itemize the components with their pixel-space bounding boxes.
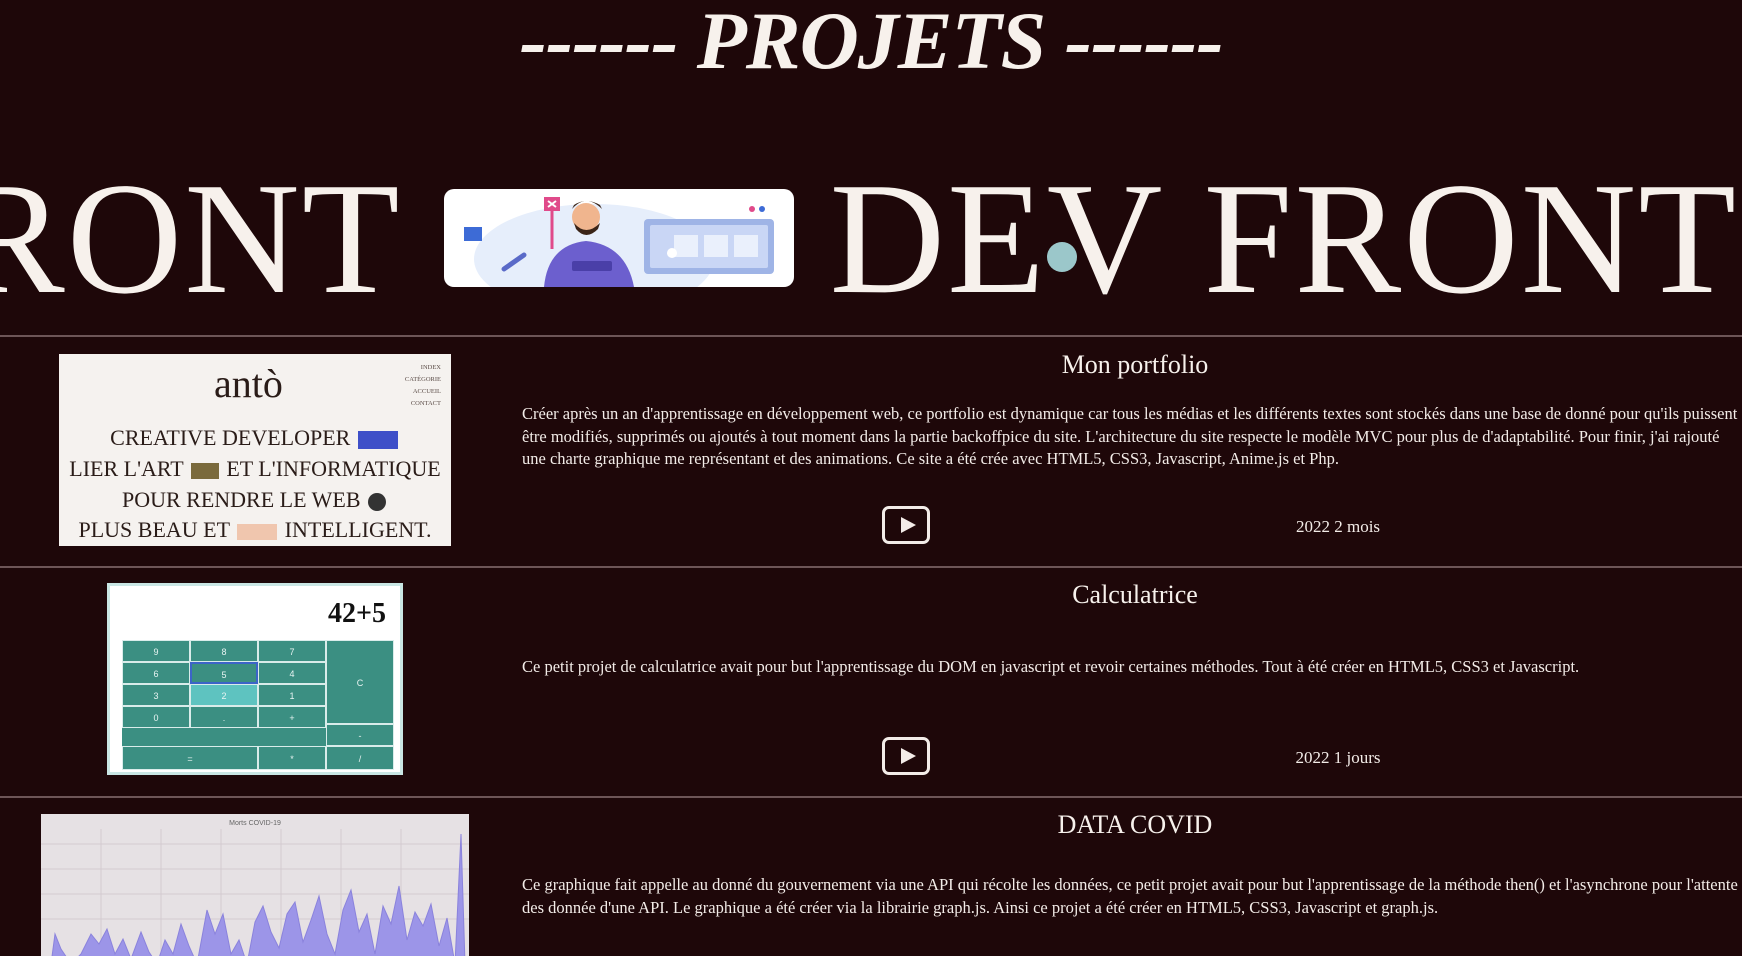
line-text: CREATIVE DEVELOPER <box>110 425 351 450</box>
portfolio-line: CREATIVE DEVELOPER <box>59 425 451 451</box>
calc-key: 2 <box>190 684 258 706</box>
calc-key: 6 <box>122 662 190 684</box>
cursor-dot <box>1047 242 1077 272</box>
calc-key: . <box>190 706 258 728</box>
play-icon[interactable] <box>882 737 930 775</box>
portfolio-line: LIER L'ART ET L'INFORMATIQUE <box>59 456 451 482</box>
covid-area-chart <box>41 829 469 956</box>
marquee-text-left: RONT <box>0 158 402 318</box>
marquee-text-right: DEV FRONT <box>829 158 1739 318</box>
chip-image <box>368 492 387 511</box>
marquee-track: RONT DEV FRONT <box>0 158 1738 318</box>
project-thumbnail-calculatrice[interactable]: 42+5 9 8 7 C 6 5 4 3 2 1 0 . + - = * / <box>107 583 403 775</box>
divider <box>0 335 1742 337</box>
project-thumbnail-data-covid[interactable]: Morts COVID-19 <box>41 814 469 956</box>
project-description: Créer après un an d'apprentissage en dév… <box>522 404 1738 468</box>
play-icon[interactable] <box>882 506 930 544</box>
projects-page: ------ PROJETS ------ RONT DEV FRONT ant… <box>0 0 1742 956</box>
project-description: Ce petit projet de calculatrice avait po… <box>522 657 1580 676</box>
calc-key: / <box>326 746 394 770</box>
calc-key: 5 <box>190 662 258 684</box>
portfolio-logo: antò <box>214 361 283 406</box>
divider <box>0 566 1742 568</box>
chip-image <box>357 430 398 449</box>
menu-item: CATÉGORIE <box>404 376 441 383</box>
menu-item: INDEX <box>420 364 441 371</box>
covid-chart-title: Morts COVID-19 <box>229 820 281 827</box>
calc-key: C <box>326 640 394 724</box>
marquee-banner: RONT DEV FRONT <box>0 158 1742 318</box>
line-text: INTELLIGENT. <box>284 517 432 542</box>
menu-item: ACCUEIL <box>412 388 441 395</box>
calc-key: + <box>258 706 326 728</box>
calc-key: * <box>258 746 326 770</box>
calc-key: = <box>122 746 258 770</box>
project-description: Ce graphique fait appelle au donné du go… <box>522 875 1738 917</box>
project-date: 2022 1 jours <box>1295 748 1381 767</box>
portfolio-menu: INDEX CATÉGORIE ACCUEIL CONTACT <box>405 362 441 410</box>
divider <box>0 796 1742 798</box>
calc-key: 8 <box>190 640 258 662</box>
calc-key: 7 <box>258 640 326 662</box>
project-title: Mon portfolio <box>1061 350 1209 379</box>
chip-image <box>190 462 219 479</box>
line-text: PLUS BEAU ET <box>78 517 230 542</box>
project-title: DATA COVID <box>1057 810 1213 839</box>
project-thumbnail-portfolio[interactable]: antò INDEX CATÉGORIE ACCUEIL CONTACT CRE… <box>59 354 451 546</box>
project-date: 2022 2 mois <box>1295 517 1381 536</box>
calc-key: 9 <box>122 640 190 662</box>
portfolio-line: POUR RENDRE LE WEB <box>59 487 451 513</box>
line-text: LIER L'ART <box>69 456 184 481</box>
calc-keypad: 9 8 7 C 6 5 4 3 2 1 0 . + - = * / <box>122 640 394 770</box>
calc-key: - <box>326 724 394 746</box>
calc-display: 42+5 <box>328 598 386 629</box>
calc-key: 3 <box>122 684 190 706</box>
developer-illustration <box>443 189 794 287</box>
line-text: POUR RENDRE LE WEB <box>121 487 361 512</box>
calc-key: 1 <box>258 684 326 706</box>
project-title: Calculatrice <box>1072 580 1198 609</box>
calc-key: 4 <box>258 662 326 684</box>
calc-key: 0 <box>122 706 190 728</box>
line-text: ET L'INFORMATIQUE <box>226 456 441 481</box>
portfolio-line: PLUS BEAU ET INTELLIGENT. <box>59 517 451 543</box>
section-title: ------ PROJETS ------ <box>519 0 1223 86</box>
menu-item: CONTACT <box>410 400 441 407</box>
chip-image <box>237 523 278 540</box>
